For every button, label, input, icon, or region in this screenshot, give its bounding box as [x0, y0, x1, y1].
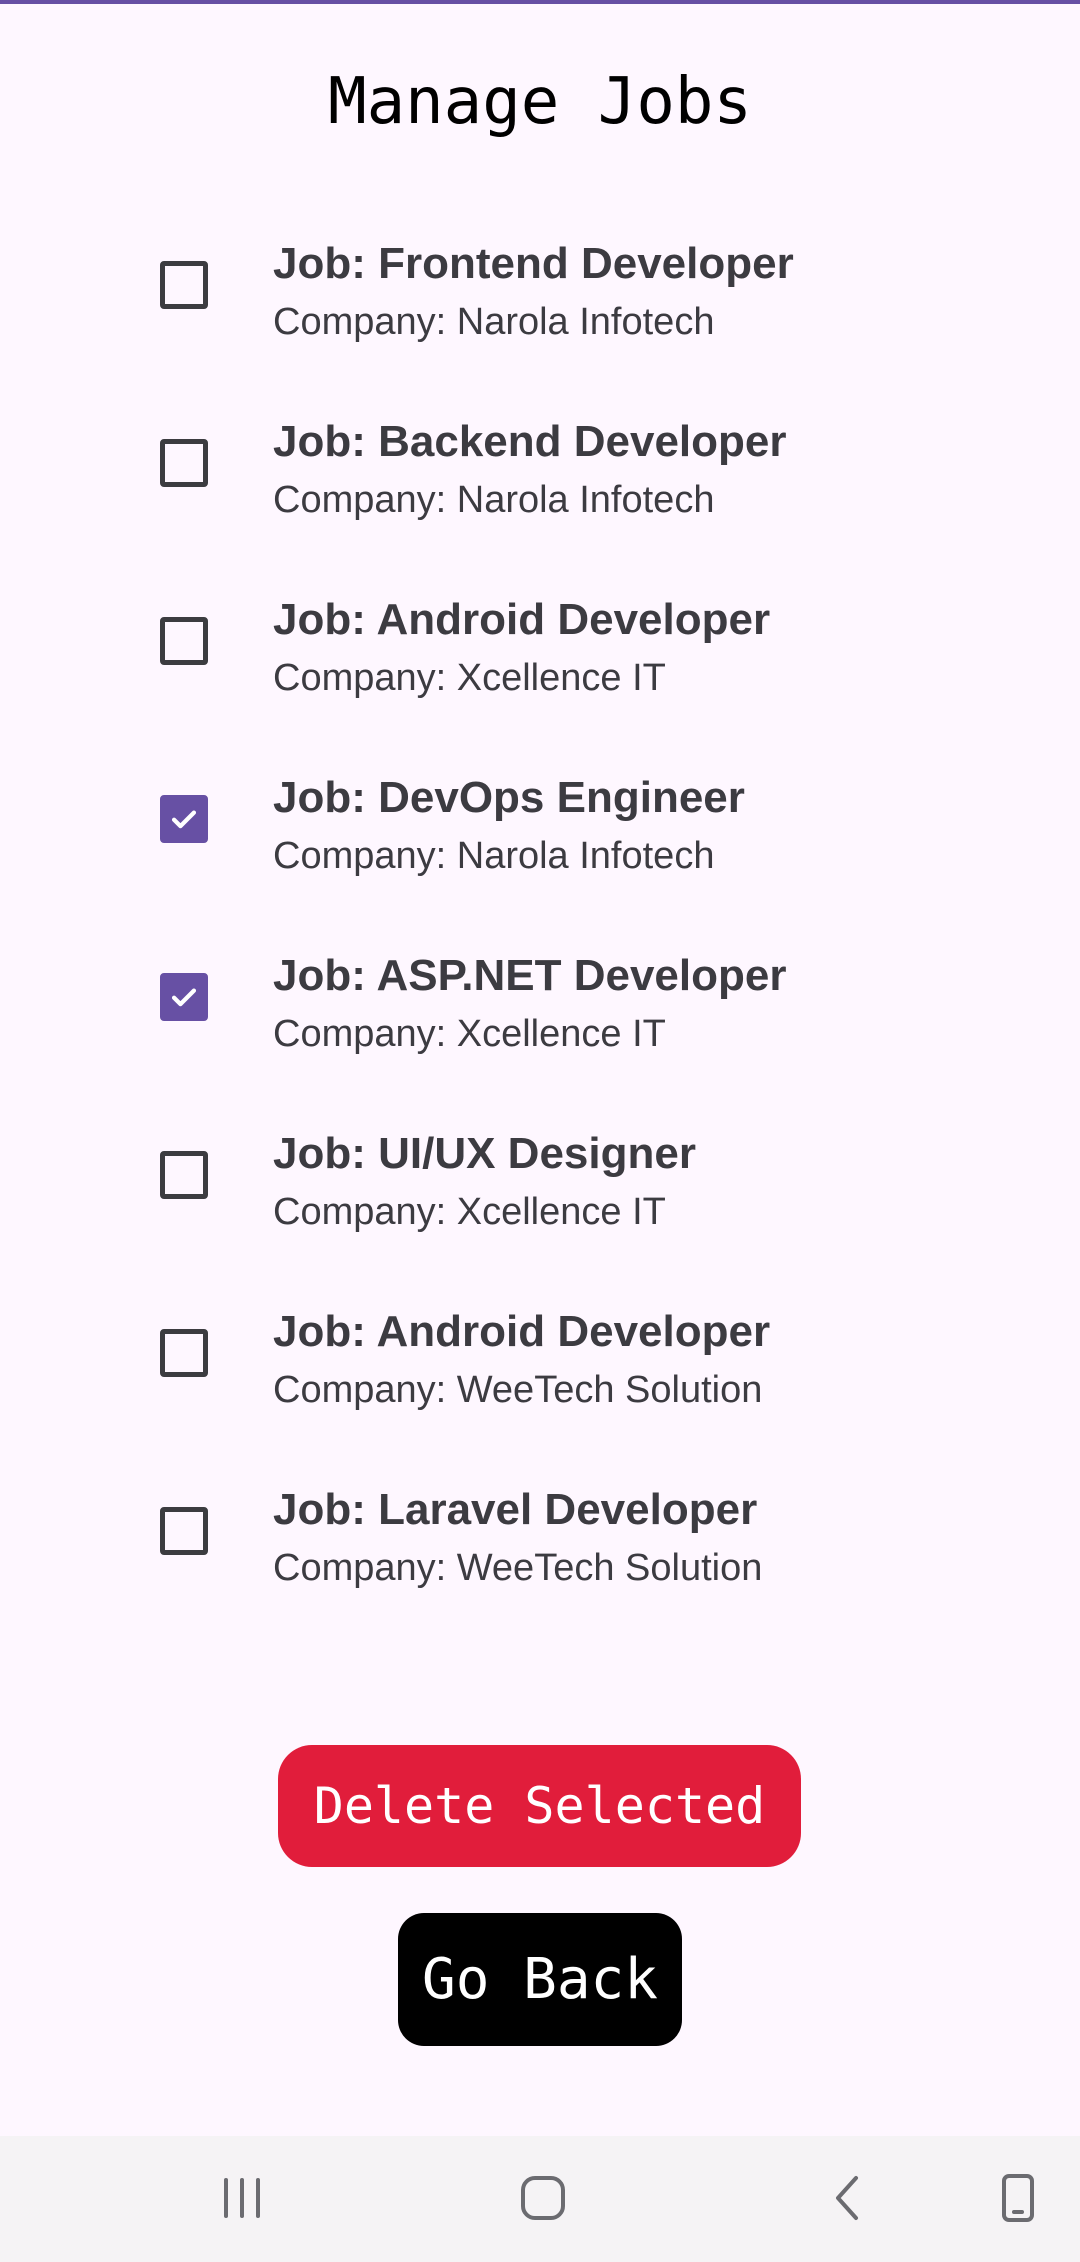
job-checkbox[interactable] — [160, 1507, 208, 1555]
job-company: Company: Xcellence IT — [273, 1191, 666, 1233]
job-company: Company: Xcellence IT — [273, 657, 666, 699]
job-item[interactable]: Job: Laravel Developer Company: WeeTech … — [0, 1456, 1080, 1606]
job-title: Job: ASP.NET Developer — [273, 951, 787, 1000]
back-arrow-icon[interactable] — [818, 2168, 878, 2228]
job-checkbox[interactable] — [160, 795, 208, 843]
home-icon[interactable] — [513, 2168, 573, 2228]
job-checkbox[interactable] — [160, 1329, 208, 1377]
job-item[interactable]: Job: Backend Developer Company: Narola I… — [0, 388, 1080, 538]
job-company: Company: Xcellence IT — [273, 1013, 666, 1055]
job-item[interactable]: Job: Android Developer Company: WeeTech … — [0, 1278, 1080, 1428]
job-item[interactable]: Job: Android Developer Company: Xcellenc… — [0, 566, 1080, 716]
job-title: Job: Frontend Developer — [273, 239, 794, 288]
job-title: Job: DevOps Engineer — [273, 773, 745, 822]
recent-apps-icon[interactable] — [212, 2168, 272, 2228]
job-checkbox[interactable] — [160, 973, 208, 1021]
job-company: Company: WeeTech Solution — [273, 1547, 763, 1589]
go-back-button[interactable]: Go Back — [398, 1913, 682, 2046]
job-company: Company: Narola Infotech — [273, 479, 715, 521]
page-title: Manage Jobs — [328, 65, 752, 139]
job-checkbox[interactable] — [160, 439, 208, 487]
job-title: Job: UI/UX Designer — [273, 1129, 696, 1178]
job-company: Company: Narola Infotech — [273, 301, 715, 343]
job-checkbox[interactable] — [160, 1151, 208, 1199]
job-checkbox[interactable] — [160, 261, 208, 309]
job-title: Job: Backend Developer — [273, 417, 787, 466]
top-accent-bar — [0, 0, 1080, 4]
job-item[interactable]: Job: UI/UX Designer Company: Xcellence I… — [0, 1100, 1080, 1250]
job-checkbox[interactable] — [160, 617, 208, 665]
job-title: Job: Android Developer — [273, 1307, 771, 1356]
job-item[interactable]: Job: ASP.NET Developer Company: Xcellenc… — [0, 922, 1080, 1072]
job-item[interactable]: Job: DevOps Engineer Company: Narola Inf… — [0, 744, 1080, 894]
job-title: Job: Android Developer — [273, 595, 771, 644]
checkmark-icon — [171, 810, 197, 829]
job-company: Company: Narola Infotech — [273, 835, 715, 877]
rotate-screen-icon[interactable] — [988, 2168, 1048, 2228]
job-item[interactable]: Job: Frontend Developer Company: Narola … — [0, 210, 1080, 360]
job-title: Job: Laravel Developer — [273, 1485, 758, 1534]
delete-selected-button[interactable]: Delete Selected — [278, 1745, 801, 1867]
checkmark-icon — [171, 988, 197, 1007]
job-company: Company: WeeTech Solution — [273, 1369, 763, 1411]
system-nav-bar — [0, 2136, 1080, 2262]
